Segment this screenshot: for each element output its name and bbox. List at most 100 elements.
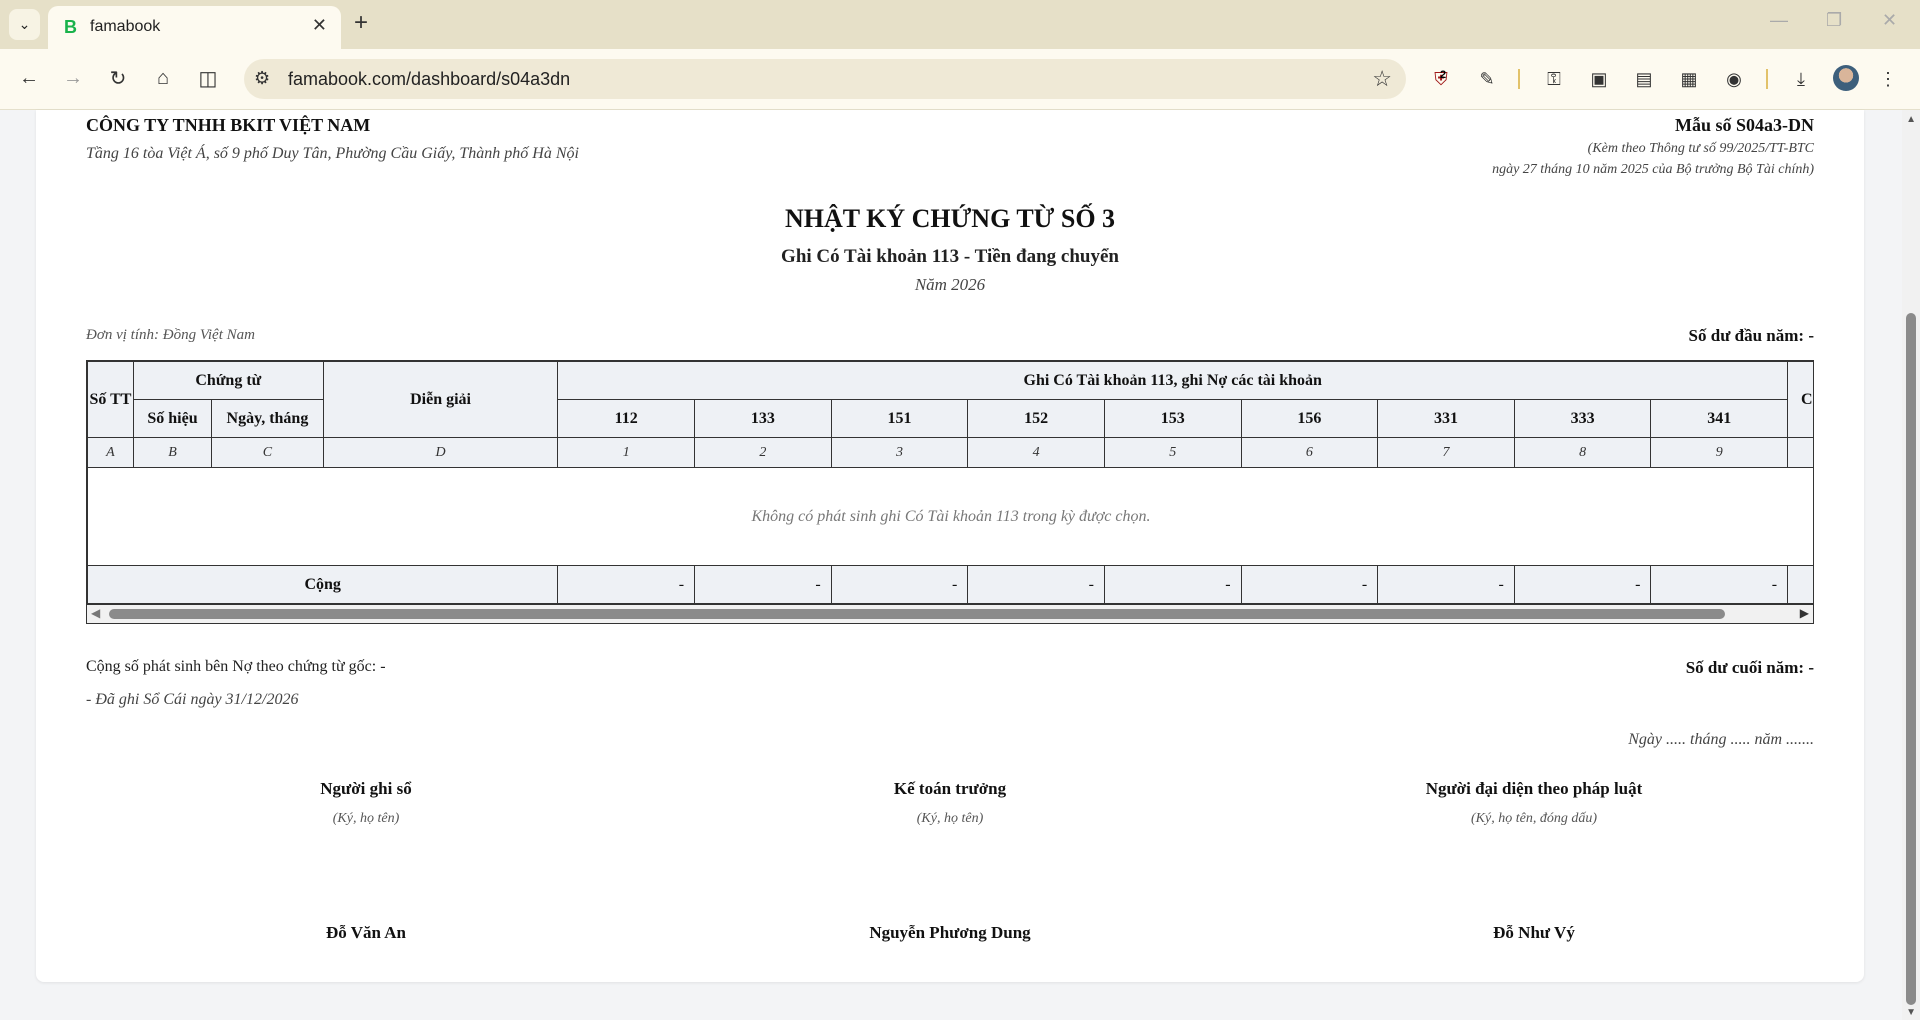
back-icon[interactable]: ← <box>14 63 44 93</box>
split-view-icon[interactable]: ◫ <box>193 63 223 93</box>
signer-name: Nguyễn Phương Dung <box>869 923 1031 942</box>
scroll-right-icon[interactable]: ▶ <box>1800 606 1809 621</box>
toolbar-divider <box>1766 69 1768 89</box>
signature-role: Kế toán trưởng <box>893 779 1007 798</box>
scrollbar-thumb[interactable] <box>109 609 1725 619</box>
total-label: Cộng <box>87 565 559 604</box>
minimize-icon[interactable]: — <box>1770 10 1788 31</box>
column-code: A <box>87 437 134 468</box>
header-dien-giai: Diễn giải <box>322 361 559 438</box>
card-icon[interactable]: ▣ <box>1585 65 1613 93</box>
header-account-group: Ghi Có Tài khoản 113, ghi Nợ các tài kho… <box>557 361 1789 400</box>
bookmark-star-icon[interactable]: ☆ <box>1372 66 1392 92</box>
table-horizontal-scrollbar[interactable]: ◀ ▶ <box>87 604 1813 623</box>
signature-hint: (Ký, họ tên) <box>332 811 400 826</box>
header-account: 112 <box>557 399 696 438</box>
company-address: Tầng 16 tòa Việt Á, số 9 phố Duy Tân, Ph… <box>86 145 579 162</box>
total-value: - <box>1513 565 1652 604</box>
header-account: 333 <box>1513 399 1652 438</box>
forward-icon[interactable]: → <box>58 63 88 93</box>
total-value <box>1787 565 1813 604</box>
debit-total: Cộng số phát sinh bên Nợ theo chứng từ g… <box>86 658 386 675</box>
signature-block-bookkeeper: Người ghi sổ (Ký, họ tên) <box>166 779 566 827</box>
journal-table: Số TT Chứng từ Diễn giải Ghi Có Tài khoả… <box>87 361 1813 604</box>
column-code: D <box>322 437 559 468</box>
header-account: 341 <box>1650 399 1789 438</box>
menu-dots-icon[interactable]: ⋮ <box>1874 65 1902 93</box>
total-value: - <box>967 565 1105 604</box>
favicon-icon: B <box>64 17 77 37</box>
column-code: 9 <box>1650 437 1789 468</box>
total-value: - <box>1240 565 1379 604</box>
report-title: NHẬT KÝ CHỨNG TỪ SỐ 3 <box>784 204 1116 233</box>
new-tab-icon[interactable]: + <box>354 11 368 35</box>
header-total-credit: Cộng Có TK 113 <box>1787 361 1813 438</box>
maximize-icon[interactable]: ❐ <box>1826 10 1842 31</box>
closing-balance: Số dư cuối năm: - <box>1685 658 1814 677</box>
profile-avatar[interactable] <box>1833 65 1859 91</box>
ledger-note: - Đã ghi Sổ Cái ngày 31/12/2026 <box>86 691 299 708</box>
report-year: Năm 2026 <box>914 275 986 294</box>
scroll-up-icon[interactable]: ▲ <box>1906 114 1916 125</box>
column-code: 1 <box>557 437 696 468</box>
header-chung-tu: Chứng từ <box>132 361 324 400</box>
page-vertical-scrollbar[interactable]: ▲ ▼ <box>1902 110 1920 1020</box>
signature-block-legal-representative: Người đại diện theo pháp luật (Ký, họ tê… <box>1334 779 1734 827</box>
incognito-icon[interactable]: ◉ <box>1720 65 1748 93</box>
site-info-icon[interactable]: ⚙ <box>254 68 270 89</box>
key-icon[interactable]: ⚿ <box>1540 65 1568 93</box>
column-code: 2 <box>694 437 832 468</box>
reading-mode-icon[interactable]: ▤ <box>1630 65 1658 93</box>
table-icon[interactable]: ▦ <box>1675 65 1703 93</box>
chevron-down-icon: ⌄ <box>18 16 31 32</box>
company-name: CÔNG TY TNHH BKIT VIỆT NAM <box>86 115 371 135</box>
signature-hint: (Ký, họ tên, đóng dấu) <box>1471 811 1597 826</box>
column-code-row: A B C D 1 2 3 4 5 6 7 8 9 10 <box>87 437 1813 468</box>
page-viewport: CÔNG TY TNHH BKIT VIỆT NAM Tầng 16 tòa V… <box>0 110 1920 1020</box>
total-value: - <box>1650 565 1789 604</box>
extension-badge: 2 <box>1440 69 1447 81</box>
header-account: 153 <box>1103 399 1242 438</box>
opening-balance: Số dư đầu năm: - <box>1688 326 1814 345</box>
extensions-puzzle-icon[interactable]: ✎ <box>1473 65 1501 93</box>
journal-table-container[interactable]: Số TT Chứng từ Diễn giải Ghi Có Tài khoả… <box>86 360 1814 624</box>
signature-role: Người đại diện theo pháp luật <box>1425 779 1643 798</box>
report-subtitle: Ghi Có Tài khoản 113 - Tiền đang chuyển <box>781 246 1119 267</box>
form-reference-line2: ngày 27 tháng 10 năm 2025 của Bộ trưởng … <box>1492 162 1814 177</box>
tab-search-button[interactable]: ⌄ <box>9 9 40 40</box>
scroll-down-icon[interactable]: ▼ <box>1906 1007 1916 1018</box>
column-code: B <box>132 437 213 468</box>
browser-toolbar: ← → ↻ ⌂ ◫ ⚙ famabook.com/dashboard/s04a3… <box>0 49 1920 110</box>
header-so-tt: Số TT <box>87 361 134 438</box>
empty-row: Không có phát sinh ghi Có Tài khoản 113 … <box>87 467 1813 566</box>
header-account: 151 <box>830 399 969 438</box>
column-code: 8 <box>1513 437 1652 468</box>
column-code: C <box>211 437 324 468</box>
signature-date-line: Ngày ..... tháng ..... năm ....... <box>1628 731 1814 748</box>
form-reference-line1: (Kèm theo Thông tư số 99/2025/TT-BTC <box>1587 141 1814 156</box>
total-row: Cộng - - - - - - - - - <box>87 565 1813 604</box>
browser-tab[interactable]: B famabook ✕ <box>48 6 341 49</box>
reload-icon[interactable]: ↻ <box>103 63 133 93</box>
header-account: 152 <box>967 399 1105 438</box>
address-bar[interactable]: ⚙ famabook.com/dashboard/s04a3dn ☆ <box>244 59 1406 99</box>
header-ngay-thang: Ngày, tháng <box>211 399 324 438</box>
column-code: 3 <box>830 437 969 468</box>
scroll-left-icon[interactable]: ◀ <box>91 606 100 621</box>
toolbar-divider <box>1518 69 1520 89</box>
column-code: 6 <box>1240 437 1379 468</box>
scrollbar-thumb[interactable] <box>1906 313 1916 1005</box>
signature-role: Người ghi sổ <box>320 779 412 798</box>
url-text[interactable]: famabook.com/dashboard/s04a3dn <box>288 69 570 90</box>
form-number: Mẫu số S04a3-DN <box>1674 115 1814 135</box>
signer-name: Đỗ Như Vý <box>1493 923 1575 942</box>
download-icon[interactable]: ⤓ <box>1787 65 1815 93</box>
total-value: - <box>830 565 969 604</box>
window-close-icon[interactable]: ✕ <box>1882 10 1897 31</box>
report-card: CÔNG TY TNHH BKIT VIỆT NAM Tầng 16 tòa V… <box>36 110 1864 982</box>
home-icon[interactable]: ⌂ <box>148 63 178 93</box>
header-account: 156 <box>1240 399 1379 438</box>
column-code: 10 <box>1787 437 1813 468</box>
header-so-hieu: Số hiệu <box>132 399 213 438</box>
close-tab-icon[interactable]: ✕ <box>312 15 327 36</box>
